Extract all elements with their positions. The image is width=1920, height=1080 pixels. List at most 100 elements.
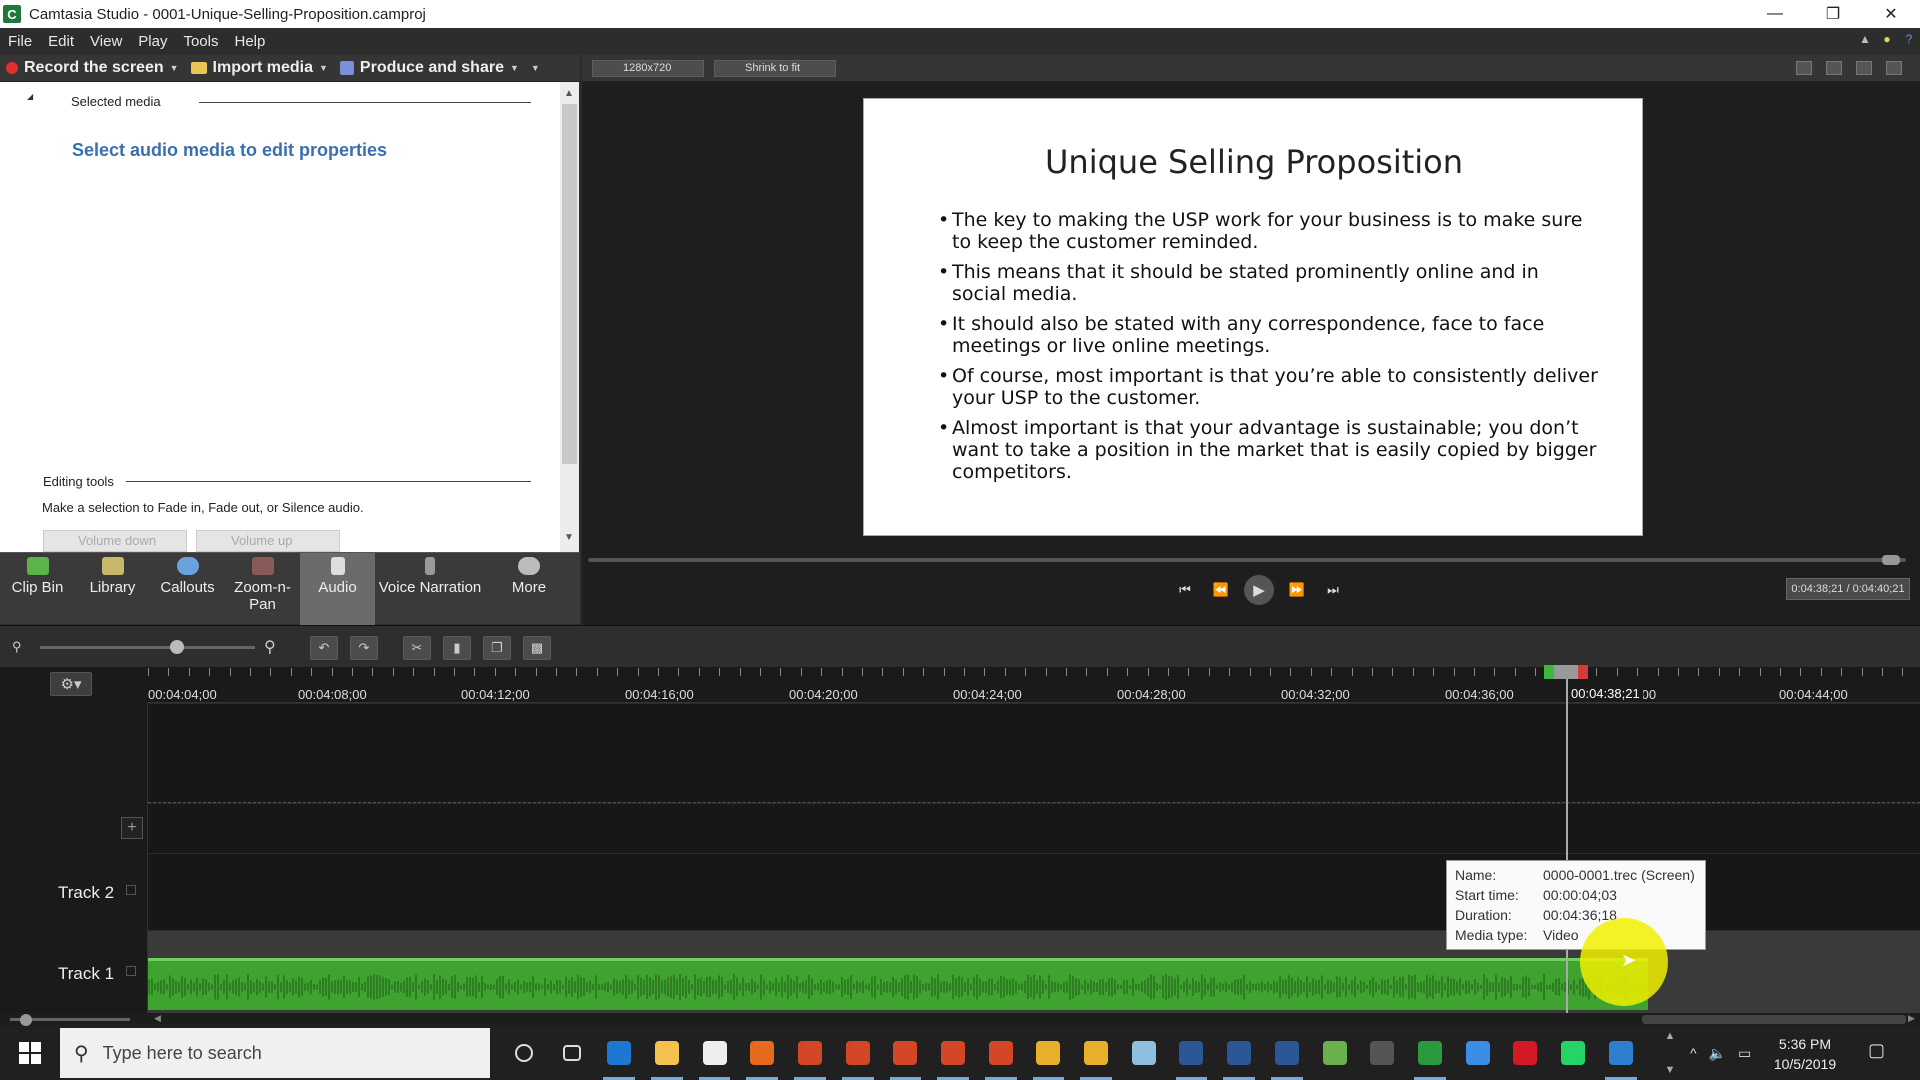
file-explorer-taskbar-button[interactable]: [643, 1026, 691, 1080]
empty-lane[interactable]: [148, 703, 1920, 803]
powerpoint-taskbar-button-2[interactable]: [834, 1026, 882, 1080]
powerpoint-taskbar-button-1[interactable]: [786, 1026, 834, 1080]
minimize-icon[interactable]: —: [1746, 0, 1804, 28]
remote-desktop-taskbar-button[interactable]: [1597, 1026, 1645, 1080]
help-icon[interactable]: ?: [1902, 32, 1916, 48]
chevron-down-icon[interactable]: ▼: [1665, 1064, 1676, 1076]
properties-scrollbar[interactable]: ▲ ▼: [560, 82, 579, 552]
seekbar-thumb[interactable]: [1882, 555, 1900, 565]
fullscreen-icon[interactable]: [1856, 61, 1872, 75]
fast-forward-icon[interactable]: ⏩: [1284, 578, 1310, 602]
taskbar-scroll[interactable]: ▲ ▼: [1656, 1026, 1684, 1080]
tab-more[interactable]: More: [485, 553, 573, 625]
restore-icon[interactable]: ❐: [1804, 0, 1862, 28]
powerpoint-taskbar-button-4[interactable]: [929, 1026, 977, 1080]
slider-thumb[interactable]: [20, 1014, 32, 1026]
scroll-thumb[interactable]: [1642, 1015, 1906, 1024]
paste-icon[interactable]: ▩: [523, 636, 551, 660]
scroll-left-icon[interactable]: ◀: [154, 1013, 161, 1024]
tab-zoom-n-pan[interactable]: Zoom-n-Pan: [225, 553, 300, 625]
tab-callouts[interactable]: Callouts: [150, 553, 225, 625]
toolbar-overflow-icon[interactable]: ▼: [531, 63, 540, 73]
timeline-settings-gear-icon[interactable]: ⚙▾: [50, 672, 92, 696]
powerpoint-taskbar-button-3[interactable]: [882, 1026, 930, 1080]
crop-icon[interactable]: [1796, 61, 1812, 75]
network-icon[interactable]: ▭: [1738, 1045, 1751, 1062]
track-2-head[interactable]: Track 2: [0, 853, 148, 930]
menu-file[interactable]: File: [0, 28, 40, 55]
timeline-horizontal-scrollbar[interactable]: ◀ ▶: [148, 1013, 1920, 1026]
close-icon[interactable]: ✕: [1862, 0, 1920, 28]
chevron-up-icon[interactable]: ▲: [1665, 1030, 1676, 1042]
preview-seekbar[interactable]: [588, 558, 1906, 562]
camtasia-recorder-taskbar-button[interactable]: [691, 1026, 739, 1080]
zoom-in-icon[interactable]: ⚲: [264, 637, 276, 657]
scroll-thumb[interactable]: [562, 104, 577, 464]
skip-forward-icon[interactable]: ⏭: [1320, 578, 1346, 602]
tab-audio[interactable]: Audio: [300, 553, 375, 625]
checkmark-app-taskbar-button[interactable]: [1454, 1026, 1502, 1080]
show-hidden-icons-icon[interactable]: ^: [1690, 1045, 1697, 1061]
task-view-taskbar-button[interactable]: [548, 1026, 596, 1080]
calculator-taskbar-button[interactable]: [1358, 1026, 1406, 1080]
skip-back-icon[interactable]: ⏮: [1172, 578, 1198, 602]
split-icon[interactable]: ▮: [443, 636, 471, 660]
bell-icon[interactable]: ▲: [1858, 32, 1872, 48]
taskbar-search[interactable]: ⚲ Type here to search: [60, 1028, 490, 1078]
track-height-slider[interactable]: [0, 1013, 148, 1026]
volume-down-button[interactable]: Volume down: [43, 530, 187, 552]
play-icon[interactable]: ▶: [1244, 575, 1274, 605]
edge-taskbar-button[interactable]: [595, 1026, 643, 1080]
track-1-head[interactable]: Track 1: [0, 930, 148, 1013]
menu-view[interactable]: View: [82, 28, 130, 55]
zoom-slider-thumb[interactable]: [170, 640, 184, 654]
camtasia-taskbar-button[interactable]: [1406, 1026, 1454, 1080]
zoom-select[interactable]: Shrink to fit: [714, 60, 836, 77]
word-taskbar-button-1[interactable]: [1168, 1026, 1216, 1080]
cortana-taskbar-button[interactable]: [500, 1026, 548, 1080]
word-taskbar-button-3[interactable]: [1263, 1026, 1311, 1080]
playhead[interactable]: [1566, 667, 1568, 1013]
playhead-handle[interactable]: [1544, 665, 1588, 679]
volume-up-button[interactable]: Volume up: [196, 530, 340, 552]
zoom-out-icon[interactable]: ⚲: [12, 639, 22, 655]
notepad-taskbar-button[interactable]: [1120, 1026, 1168, 1080]
chrome-taskbar-button-1[interactable]: [1025, 1026, 1073, 1080]
timeline-zoom-slider[interactable]: [40, 646, 255, 649]
opera-taskbar-button[interactable]: [1501, 1026, 1549, 1080]
whatsapp-taskbar-button[interactable]: [1549, 1026, 1597, 1080]
scroll-up-icon[interactable]: ▲: [564, 88, 574, 99]
record-screen-button[interactable]: Record the screen ▼: [0, 55, 185, 82]
import-media-button[interactable]: Import media ▼: [185, 55, 334, 82]
menu-help[interactable]: Help: [227, 28, 274, 55]
collapse-arrow-icon[interactable]: ◢: [27, 92, 33, 101]
volume-icon[interactable]: 🔈: [1709, 1045, 1726, 1062]
menu-tools[interactable]: Tools: [175, 28, 226, 55]
firefox-taskbar-button[interactable]: [738, 1026, 786, 1080]
tab-library[interactable]: Library: [75, 553, 150, 625]
cut-icon[interactable]: ✂: [403, 636, 431, 660]
scroll-right-icon[interactable]: ▶: [1908, 1013, 1915, 1024]
lock-icon[interactable]: [126, 885, 136, 895]
timeline-ruler[interactable]: 00:04:04;00 00:04:08;00 00:04:12;00 00:04:1…: [148, 667, 1920, 703]
media-clip[interactable]: [148, 958, 1648, 1010]
selection-end-handle[interactable]: [1578, 665, 1588, 679]
start-button[interactable]: [0, 1026, 60, 1080]
produce-share-button[interactable]: Produce and share ▼: [334, 55, 525, 82]
add-track-lane[interactable]: [148, 803, 1920, 853]
copy-icon[interactable]: ❐: [483, 636, 511, 660]
lightbulb-icon[interactable]: ●: [1880, 32, 1894, 48]
menu-play[interactable]: Play: [130, 28, 175, 55]
undo-icon[interactable]: ↶: [310, 636, 338, 660]
rewind-icon[interactable]: ⏪: [1208, 578, 1234, 602]
word-taskbar-button-2[interactable]: [1215, 1026, 1263, 1080]
scroll-down-icon[interactable]: ▼: [564, 532, 574, 543]
notifications-icon[interactable]: ▢: [1868, 1040, 1885, 1061]
selection-start-handle[interactable]: [1544, 665, 1554, 679]
redo-icon[interactable]: ↷: [350, 636, 378, 660]
resolution-select[interactable]: 1280x720: [592, 60, 704, 77]
taskbar-clock[interactable]: 5:36 PM 10/5/2019: [1760, 1034, 1850, 1074]
detach-preview-icon[interactable]: [1886, 61, 1902, 75]
meeting-taskbar-button[interactable]: [1311, 1026, 1359, 1080]
lock-icon[interactable]: [126, 966, 136, 976]
